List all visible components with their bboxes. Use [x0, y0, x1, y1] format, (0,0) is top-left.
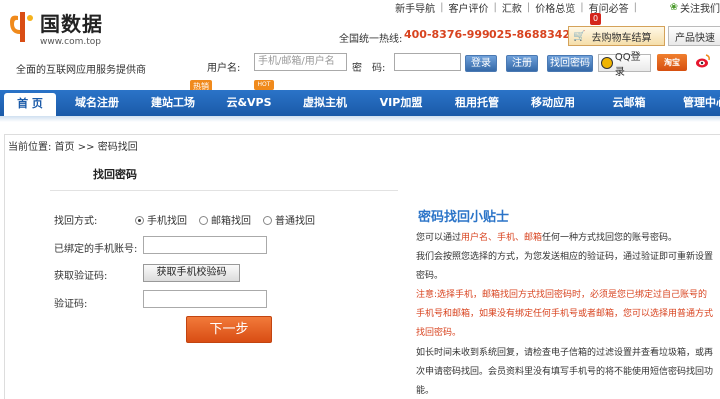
hot-badge: HOT — [254, 80, 274, 90]
qq-icon — [601, 57, 613, 69]
top-link-prices[interactable]: 价格总览 — [535, 0, 575, 15]
verify-label: 验证码: — [54, 299, 88, 310]
content-left-border — [4, 134, 5, 399]
radio-phone-indicator[interactable] — [135, 216, 144, 225]
weibo-icon[interactable] — [695, 53, 711, 69]
tips-paragraph-1: 您可以通过用户名、手机、邮箱任何一种方式找回您的账号密码。 — [416, 233, 678, 243]
top-link-remit[interactable]: 汇款 — [502, 0, 522, 15]
verify-code-input[interactable] — [143, 290, 267, 308]
radio-normal[interactable]: 普通找回 — [263, 212, 315, 227]
method-radio-group: 手机找回 邮箱找回 普通找回 — [135, 212, 315, 227]
username-label: 用户名: — [207, 63, 241, 74]
qq-login-button[interactable]: QQ登录 — [598, 52, 651, 78]
password-input[interactable] — [394, 53, 461, 71]
cart-count-badge: 0 — [590, 13, 601, 25]
phone-input[interactable] — [143, 236, 267, 254]
taobao-login-button[interactable]: 淘宝 — [657, 54, 687, 71]
nav-site-builder[interactable]: 建站工场 — [142, 90, 204, 116]
nav-admin[interactable]: 管理中心 — [674, 90, 720, 116]
brand-slogan: 全面的互联网应用服务提供商 — [16, 65, 146, 76]
page-title: 找回密码 — [93, 168, 137, 181]
follow-icon: ❀ — [669, 2, 678, 13]
breadcrumb-home[interactable]: 首页 — [55, 142, 75, 153]
register-button[interactable]: 注册 — [506, 55, 538, 72]
login-button[interactable]: 登录 — [465, 55, 497, 72]
radio-normal-indicator[interactable] — [263, 216, 272, 225]
radio-email-indicator[interactable] — [199, 216, 208, 225]
next-step-button[interactable]: 下一步 — [186, 316, 272, 343]
top-link-reviews[interactable]: 客户评价 — [449, 0, 489, 15]
nav-mobile[interactable]: 移动应用 — [522, 90, 584, 116]
phone-label: 已绑定的手机账号: — [54, 244, 138, 255]
brand-url: www.com.top — [40, 37, 101, 47]
nav-vip[interactable]: VIP加盟 — [370, 90, 432, 116]
nav-hosting[interactable]: 租用托管 — [446, 90, 508, 116]
method-label: 找回方式: — [54, 216, 98, 227]
hotline-label: 全国统一热线: — [339, 34, 403, 45]
breadcrumb-current: 密码找回 — [97, 142, 138, 153]
product-quick-button[interactable]: 产品快速 — [668, 26, 720, 46]
follow-us[interactable]: ❀ 关注我们 — [670, 0, 720, 15]
nav-virtual-host[interactable]: 虚拟主机 — [294, 90, 356, 116]
page: 国数据 www.com.top 全面的互联网应用服务提供商 新手导航 | 客户评价… — [0, 0, 720, 399]
hotline-phone-1: 400-8376-999 — [404, 28, 490, 41]
main-nav: 首 页 域名注册 建站工场 云&VPS 虚拟主机 VIP加盟 租用托管 移动应用… — [0, 90, 720, 116]
breadcrumb: 当前位置: 首页 >> 密码找回 — [8, 142, 138, 153]
cart-icon: 🛒 — [573, 30, 586, 42]
hotline-phone-2: 025-86883421 — [489, 28, 578, 41]
nav-home[interactable]: 首 页 — [4, 93, 56, 116]
tips-paragraph-4: 如长时间未收到系统回复，请检查电子信箱的过滤设置并查看垃圾箱，或再次申请密码找回… — [416, 348, 714, 396]
top-link-guide[interactable]: 新手导航 — [395, 0, 435, 15]
radio-email[interactable]: 邮箱找回 — [199, 212, 251, 227]
title-divider — [50, 190, 398, 191]
get-sms-code-button[interactable]: 获取手机校验码 — [143, 264, 240, 282]
content-top-border — [4, 134, 720, 135]
tips-paragraph-3: 注意:选择手机，邮箱找回方式找回密码时，必须是您已绑定过自己账号的手机号和邮箱，… — [416, 290, 714, 338]
brand-title: 国数据 — [40, 12, 103, 36]
nav-cloud-vps[interactable]: 云&VPS — [218, 90, 280, 116]
logo-icon — [10, 12, 33, 42]
tips-paragraph-2: 我们会按照您选择的方式，为您发送相应的验证码，通过验证即可重新设置密码。 — [416, 252, 714, 281]
code-label: 获取验证码: — [54, 271, 108, 282]
radio-phone[interactable]: 手机找回 — [135, 212, 187, 227]
nav-cloud-mail[interactable]: 云邮箱 — [598, 90, 660, 116]
top-links: 新手导航 | 客户评价 | 汇款 | 价格总览 | 有问必答 | — [395, 0, 637, 15]
forgot-password-button[interactable]: 找回密码 — [547, 55, 593, 72]
nav-domain[interactable]: 域名注册 — [66, 90, 128, 116]
tips-title: 密码找回小贴士 — [418, 210, 510, 225]
cart-button[interactable]: 🛒 去购物车结算 — [568, 26, 665, 46]
username-input[interactable]: 手机/邮箱/用户名 — [254, 53, 347, 71]
nav-shadow — [0, 116, 720, 122]
password-label: 密 码: — [352, 63, 386, 74]
